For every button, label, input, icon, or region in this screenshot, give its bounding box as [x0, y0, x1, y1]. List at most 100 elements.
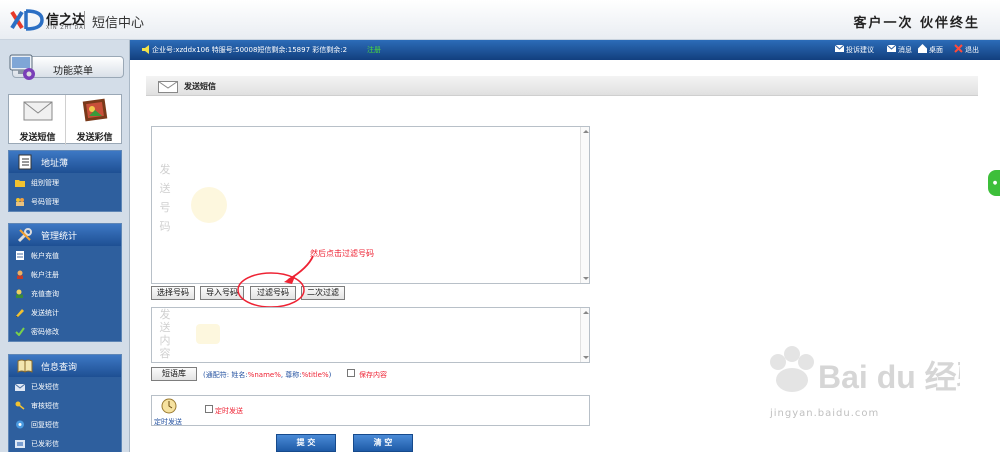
edge-float-badge[interactable]: ●: [988, 170, 1000, 196]
import-numbers-button[interactable]: 导入号码: [200, 286, 244, 300]
monitor-icon: [9, 54, 35, 80]
management-header[interactable]: 管理统计: [9, 224, 121, 246]
page-title: 发送短信: [184, 82, 216, 91]
header-divider: [84, 11, 85, 29]
message-button[interactable]: 消息: [887, 44, 912, 55]
search-user-icon: [16, 289, 23, 298]
save-content-checkbox[interactable]: [347, 369, 355, 377]
desktop-button[interactable]: 桌面: [918, 44, 943, 55]
book-icon: [17, 359, 33, 373]
document-icon: [16, 251, 24, 260]
nav-recharge-query[interactable]: 充值查询: [9, 284, 121, 303]
send-sms-quick-button[interactable]: 发送短信: [9, 95, 66, 145]
numbers-placeholder: 发送号码: [159, 163, 171, 233]
send-mms-quick-label: 发送彩信: [76, 133, 113, 143]
key-icon: [15, 401, 25, 410]
schedule-checkbox-label: 定时发送: [215, 407, 243, 415]
nav-account-recharge[interactable]: 帐户充值: [9, 246, 121, 265]
nav-number-management[interactable]: 号码管理: [9, 192, 121, 211]
address-book-header[interactable]: 地址薄: [9, 151, 121, 173]
watermark-url: jingyan.baidu.com: [770, 408, 880, 419]
nav-label: 发送统计: [31, 309, 59, 317]
logout-label: 退出: [965, 46, 979, 54]
address-book-section: 地址薄 组别管理 号码管理: [8, 150, 122, 212]
logo-icon: [10, 9, 44, 31]
watermark-brand: Bai du 经验: [818, 359, 960, 395]
second-filter-button[interactable]: 二次过滤: [301, 286, 345, 300]
envelope-icon: [158, 81, 178, 93]
info-query-header[interactable]: 信息查询: [9, 355, 121, 377]
phrase-library-button[interactable]: 短语库: [151, 367, 197, 381]
register-link[interactable]: 注册: [367, 45, 381, 55]
nav-review-sms[interactable]: 审核短信: [9, 396, 121, 415]
wildcard-hint: (通配符: 姓名:%name%, 尊称:%title%): [203, 371, 332, 379]
address-book-title: 地址薄: [41, 159, 69, 169]
app-title: 短信中心: [92, 16, 145, 31]
schedule-box: 定时发送 定时发送: [151, 395, 590, 426]
send-sms-quick-label: 发送短信: [19, 133, 56, 143]
tutorial-annotation: 然后点击过滤号码: [310, 249, 374, 258]
send-mms-quick-button[interactable]: 发送彩信: [66, 95, 123, 145]
envelope-icon: [23, 101, 53, 121]
numbers-scrollbar[interactable]: [580, 127, 589, 283]
mms-icon: [82, 98, 108, 122]
management-section: 管理统计 帐户充值 帐户注册 充值查询 发送统计 密码修改: [8, 223, 122, 342]
user-icon: [17, 270, 23, 279]
complaint-button[interactable]: 投诉建议: [835, 44, 874, 55]
status-bar: 企业号:xzddx106 特服号:50008短信剩余:15897 彩信剩余:2 …: [130, 40, 1000, 60]
nav-label: 帐户注册: [31, 271, 59, 279]
clock-icon: [161, 398, 177, 414]
function-menu-label: 功能菜单: [53, 66, 93, 77]
account-info: 企业号:xzddx106 特服号:50008短信剩余:15897 彩信剩余:2: [152, 46, 348, 54]
nav-label: 密码修改: [31, 328, 59, 336]
info-query-title: 信息查询: [41, 363, 78, 373]
speaker-icon: [142, 45, 149, 54]
folder-icon: [15, 180, 25, 187]
pencil-icon: [16, 309, 24, 317]
sent-mms-icon: [15, 440, 25, 448]
nav-change-password[interactable]: 密码修改: [9, 322, 121, 341]
quick-actions: 发送短信 发送彩信: [8, 94, 123, 145]
app-window: 信之达 XIN ZHI DA 短信中心 客户一次 伙伴终生 功能菜单 发送短信 …: [0, 0, 1000, 452]
submit-button[interactable]: 提 交: [276, 434, 336, 452]
clear-button[interactable]: 清 空: [353, 434, 413, 452]
function-menu-button[interactable]: 功能菜单: [9, 54, 124, 80]
nav-sent-sms[interactable]: 已发短信: [9, 377, 121, 396]
sent-icon: [15, 383, 25, 391]
select-numbers-button[interactable]: 选择号码: [151, 286, 195, 300]
schedule-checkbox[interactable]: [205, 405, 213, 413]
check-icon: [15, 327, 25, 336]
schedule-label: 定时发送: [154, 418, 182, 426]
content-placeholder: 发送内容: [159, 308, 171, 360]
complaint-label: 投诉建议: [846, 46, 874, 54]
message-label: 消息: [898, 46, 912, 54]
nav-sent-mms[interactable]: 已发彩信: [9, 434, 121, 452]
nav-reply-sms[interactable]: 回复短信: [9, 415, 121, 434]
pencil-watermark-icon: [191, 187, 227, 223]
management-title: 管理统计: [41, 232, 78, 242]
page-header: 发送短信: [146, 76, 978, 96]
info-query-section: 信息查询 已发短信 审核短信 回复短信 已发彩信: [8, 354, 122, 452]
nav-account-register[interactable]: 帐户注册: [9, 265, 121, 284]
filter-numbers-button[interactable]: 过滤号码: [250, 286, 296, 300]
nav-label: 充值查询: [31, 290, 59, 298]
content-textarea[interactable]: 发送内容: [151, 307, 590, 363]
desktop-label: 桌面: [929, 46, 943, 54]
numbers-textarea[interactable]: 发送号码: [151, 126, 590, 284]
save-content-label: 保存内容: [359, 371, 387, 379]
nav-label: 组别管理: [31, 179, 59, 187]
logout-button[interactable]: 退出: [954, 44, 979, 55]
management-items: 帐户充值 帐户注册 充值查询 发送统计 密码修改: [9, 246, 121, 341]
nav-send-statistics[interactable]: 发送统计: [9, 303, 121, 322]
nav-label: 帐户充值: [31, 252, 59, 260]
nav-group-management[interactable]: 组别管理: [9, 173, 121, 192]
address-book-items: 组别管理 号码管理: [9, 173, 121, 211]
content-scrollbar[interactable]: [580, 308, 589, 362]
complaint-icon: [835, 44, 844, 52]
home-icon: [918, 44, 927, 53]
nav-label: 审核短信: [31, 402, 59, 410]
phrase-library-row: 短语库 (通配符: 姓名:%name%, 尊称:%title%) 保存内容: [151, 367, 611, 381]
logo-subtitle: XIN ZHI DA: [46, 25, 84, 31]
nav-label: 号码管理: [31, 198, 59, 206]
nav-label: 回复短信: [31, 421, 59, 429]
